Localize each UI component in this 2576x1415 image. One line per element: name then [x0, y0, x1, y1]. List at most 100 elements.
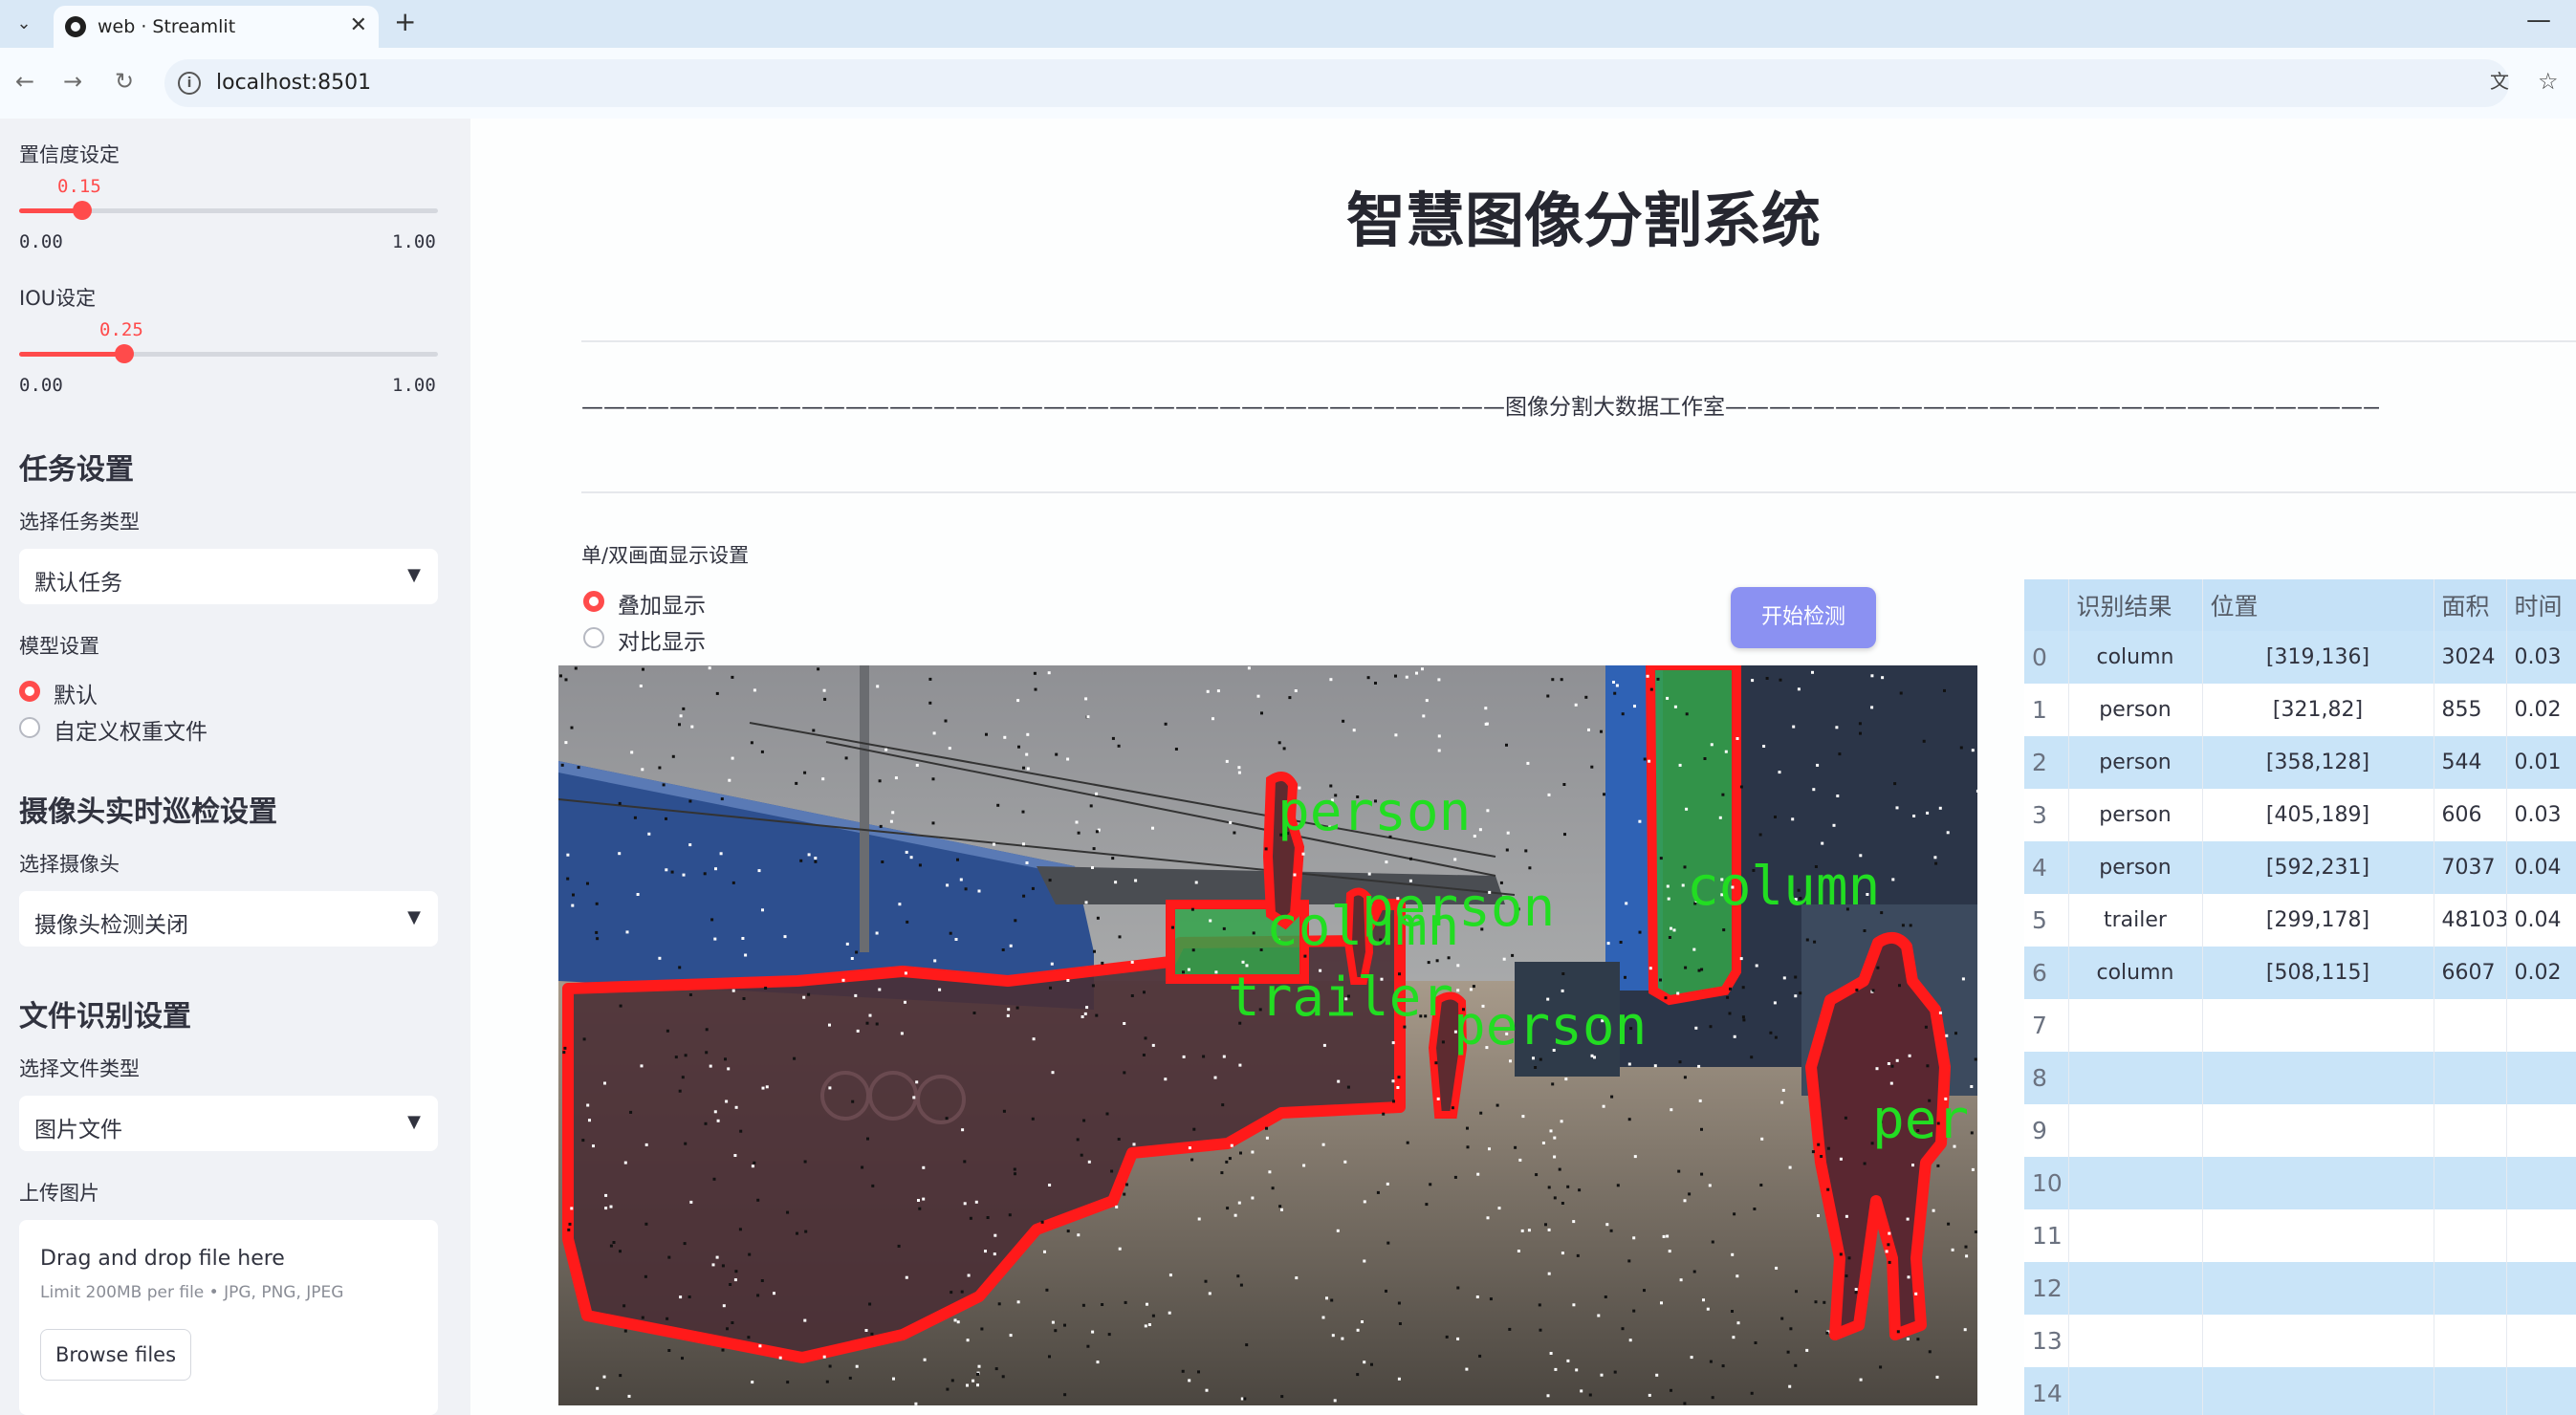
noise-speckle	[1016, 699, 1020, 703]
table-row[interactable]: 0 column [319,136] 3024 0.03	[2024, 631, 2576, 684]
browser-tab[interactable]: web · Streamlit ✕	[54, 6, 379, 48]
minimize-window-icon[interactable]: —	[2526, 6, 2551, 34]
table-row[interactable]: 11	[2024, 1209, 2576, 1262]
noise-speckle	[731, 881, 735, 884]
noise-speckle	[889, 819, 893, 823]
noise-speckle	[876, 685, 880, 688]
display-radio-overlay[interactable]	[583, 591, 604, 612]
table-row[interactable]: 4 person [592,231] 7037 0.04	[2024, 841, 2576, 894]
cell-class	[2068, 1262, 2203, 1315]
studio-line: ————————————————————————————————————————…	[581, 395, 2379, 420]
noise-speckle	[1054, 1329, 1058, 1333]
model-option-custom[interactable]: 自定义权重文件	[54, 713, 207, 746]
noise-speckle	[609, 1205, 613, 1208]
task-type-select[interactable]: 默认任务 ▼	[19, 549, 438, 604]
noise-speckle	[721, 1264, 725, 1268]
camera-select[interactable]: 摄像头检测关闭 ▼	[19, 891, 438, 947]
noise-speckle	[1330, 1298, 1334, 1302]
noise-speckle	[1627, 1118, 1631, 1121]
header-class[interactable]: 识别结果	[2068, 579, 2203, 631]
noise-speckle	[1213, 1076, 1217, 1079]
start-detection-button[interactable]: 开始检测	[1731, 587, 1876, 648]
iou-slider[interactable]	[19, 344, 438, 363]
noise-speckle	[753, 1161, 756, 1165]
display-radio-compare[interactable]	[583, 627, 604, 648]
noise-speckle	[1392, 1099, 1395, 1103]
tab-list-chevron-icon[interactable]: ⌄	[10, 10, 38, 38]
confidence-slider[interactable]	[19, 201, 438, 220]
noise-speckle	[1539, 1057, 1542, 1061]
forward-arrow-icon[interactable]: →	[63, 67, 82, 96]
table-row[interactable]: 6 column [508,115] 6607 0.02	[2024, 947, 2576, 999]
noise-speckle	[878, 988, 882, 991]
noise-speckle	[1624, 975, 1626, 979]
header-area[interactable]: 面积	[2434, 579, 2507, 631]
table-row[interactable]: 8	[2024, 1052, 2576, 1104]
file-type-select[interactable]: 图片文件 ▼	[19, 1096, 438, 1151]
results-table[interactable]: 识别结果 位置 面积 时间 0 column [319,136] 3024 0.03 1 p…	[2024, 579, 2576, 1415]
table-row[interactable]: 2 person [358,128] 544 0.01	[2024, 736, 2576, 789]
noise-speckle	[602, 1375, 606, 1379]
display-option-overlay[interactable]: 叠加显示	[618, 587, 706, 620]
header-index[interactable]	[2024, 579, 2069, 631]
site-info-icon[interactable]: i	[178, 72, 201, 95]
model-option-default[interactable]: 默认	[54, 677, 98, 709]
noise-speckle	[1854, 1288, 1858, 1292]
noise-speckle	[765, 1085, 769, 1089]
table-row[interactable]: 14	[2024, 1367, 2576, 1415]
browse-files-button[interactable]: Browse files	[40, 1329, 191, 1381]
table-row[interactable]: 7	[2024, 999, 2576, 1052]
noise-speckle	[786, 1210, 790, 1214]
noise-speckle	[918, 863, 922, 867]
noise-speckle	[1415, 671, 1418, 675]
noise-speckle	[1478, 1354, 1482, 1358]
new-tab-icon[interactable]: +	[394, 8, 416, 36]
noise-speckle	[1505, 848, 1509, 852]
noise-speckle	[900, 1032, 904, 1035]
noise-speckle	[764, 987, 768, 990]
table-row[interactable]: 12	[2024, 1262, 2576, 1315]
noise-speckle	[884, 748, 888, 751]
model-radio-custom[interactable]	[19, 717, 40, 738]
iou-slider-thumb[interactable]	[114, 344, 134, 363]
bookmark-star-icon[interactable]: ☆	[2538, 67, 2559, 96]
noise-speckle	[793, 1056, 797, 1060]
noise-speckle	[1780, 1317, 1784, 1320]
header-time[interactable]: 时间	[2506, 579, 2576, 631]
table-row[interactable]: 10	[2024, 1157, 2576, 1209]
noise-speckle	[712, 1177, 716, 1181]
url-field[interactable]: i localhost:8501	[164, 59, 2509, 107]
noise-speckle	[828, 1364, 832, 1368]
confidence-slider-thumb[interactable]	[72, 201, 92, 220]
noise-speckle	[1204, 1279, 1208, 1283]
noise-speckle	[1031, 886, 1035, 890]
translate-icon[interactable]: ⽂	[2490, 67, 2509, 96]
noise-speckle	[1045, 1288, 1049, 1292]
table-row[interactable]: 1 person [321,82] 855 0.02	[2024, 684, 2576, 736]
iou-label: IOU设定	[19, 287, 97, 310]
model-radio-default[interactable]	[19, 681, 40, 702]
table-row[interactable]: 13	[2024, 1315, 2576, 1367]
close-tab-icon[interactable]: ✕	[350, 13, 367, 37]
header-position[interactable]: 位置	[2202, 579, 2434, 631]
back-arrow-icon[interactable]: ←	[15, 67, 34, 96]
noise-speckle	[1659, 978, 1662, 982]
noise-speckle	[566, 877, 570, 881]
file-dropzone[interactable]: Drag and drop file here Limit 200MB per …	[19, 1220, 438, 1415]
noise-speckle	[757, 869, 761, 873]
noise-speckle	[1547, 1272, 1551, 1275]
noise-speckle	[1914, 1292, 1918, 1295]
noise-speckle	[1781, 1088, 1785, 1092]
page-title: 智慧图像分割系统	[1345, 185, 1821, 255]
cell-position: [405,189]	[2202, 789, 2434, 841]
table-row[interactable]: 3 person [405,189] 606 0.03	[2024, 789, 2576, 841]
table-row[interactable]: 9	[2024, 1104, 2576, 1157]
noise-speckle	[1075, 820, 1079, 824]
reload-icon[interactable]: ↻	[115, 67, 134, 96]
cell-time	[2506, 1104, 2576, 1157]
noise-speckle	[1683, 1076, 1687, 1079]
table-row[interactable]: 5 trailer [299,178] 48103 0.04	[2024, 894, 2576, 947]
display-option-compare[interactable]: 对比显示	[618, 623, 706, 656]
noise-speckle	[560, 763, 564, 767]
noise-speckle	[855, 1364, 859, 1368]
